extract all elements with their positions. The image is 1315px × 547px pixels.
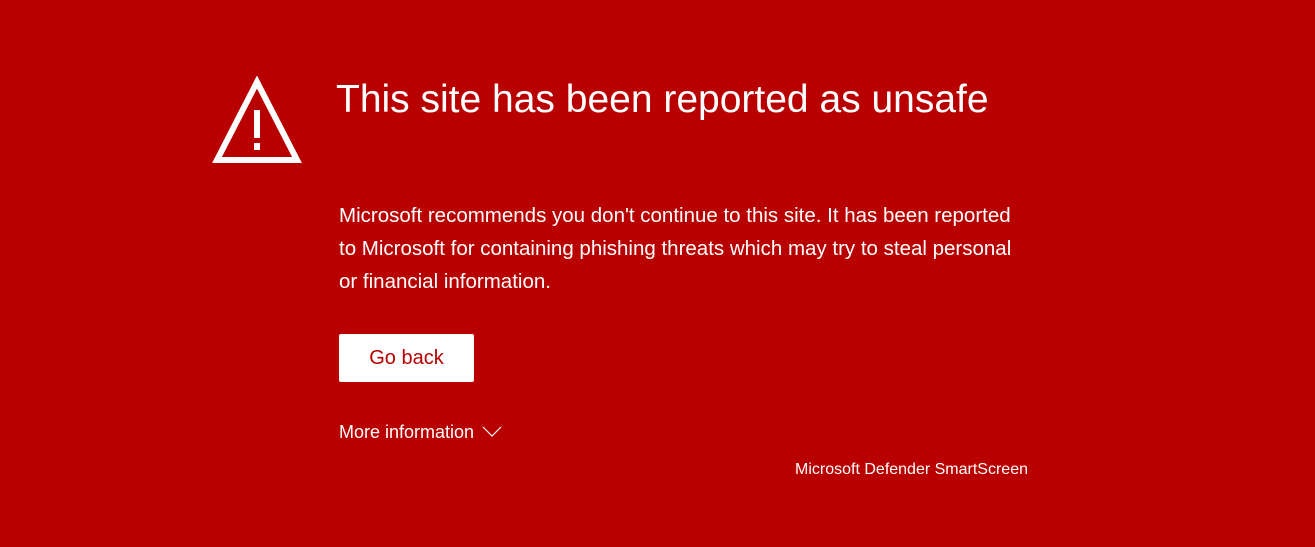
more-information-label: More information [339, 422, 475, 442]
more-information-toggle[interactable]: More information [339, 419, 502, 445]
product-name: Microsoft Defender SmartScreen [795, 461, 1028, 478]
warning-message: Microsoft recommends you don't continue … [339, 204, 1012, 293]
go-back-button[interactable]: Go back [339, 334, 474, 382]
page-title: This site has been reported as unsafe [336, 78, 989, 121]
chevron-down-icon [482, 426, 502, 437]
warning-triangle-icon [212, 76, 302, 163]
